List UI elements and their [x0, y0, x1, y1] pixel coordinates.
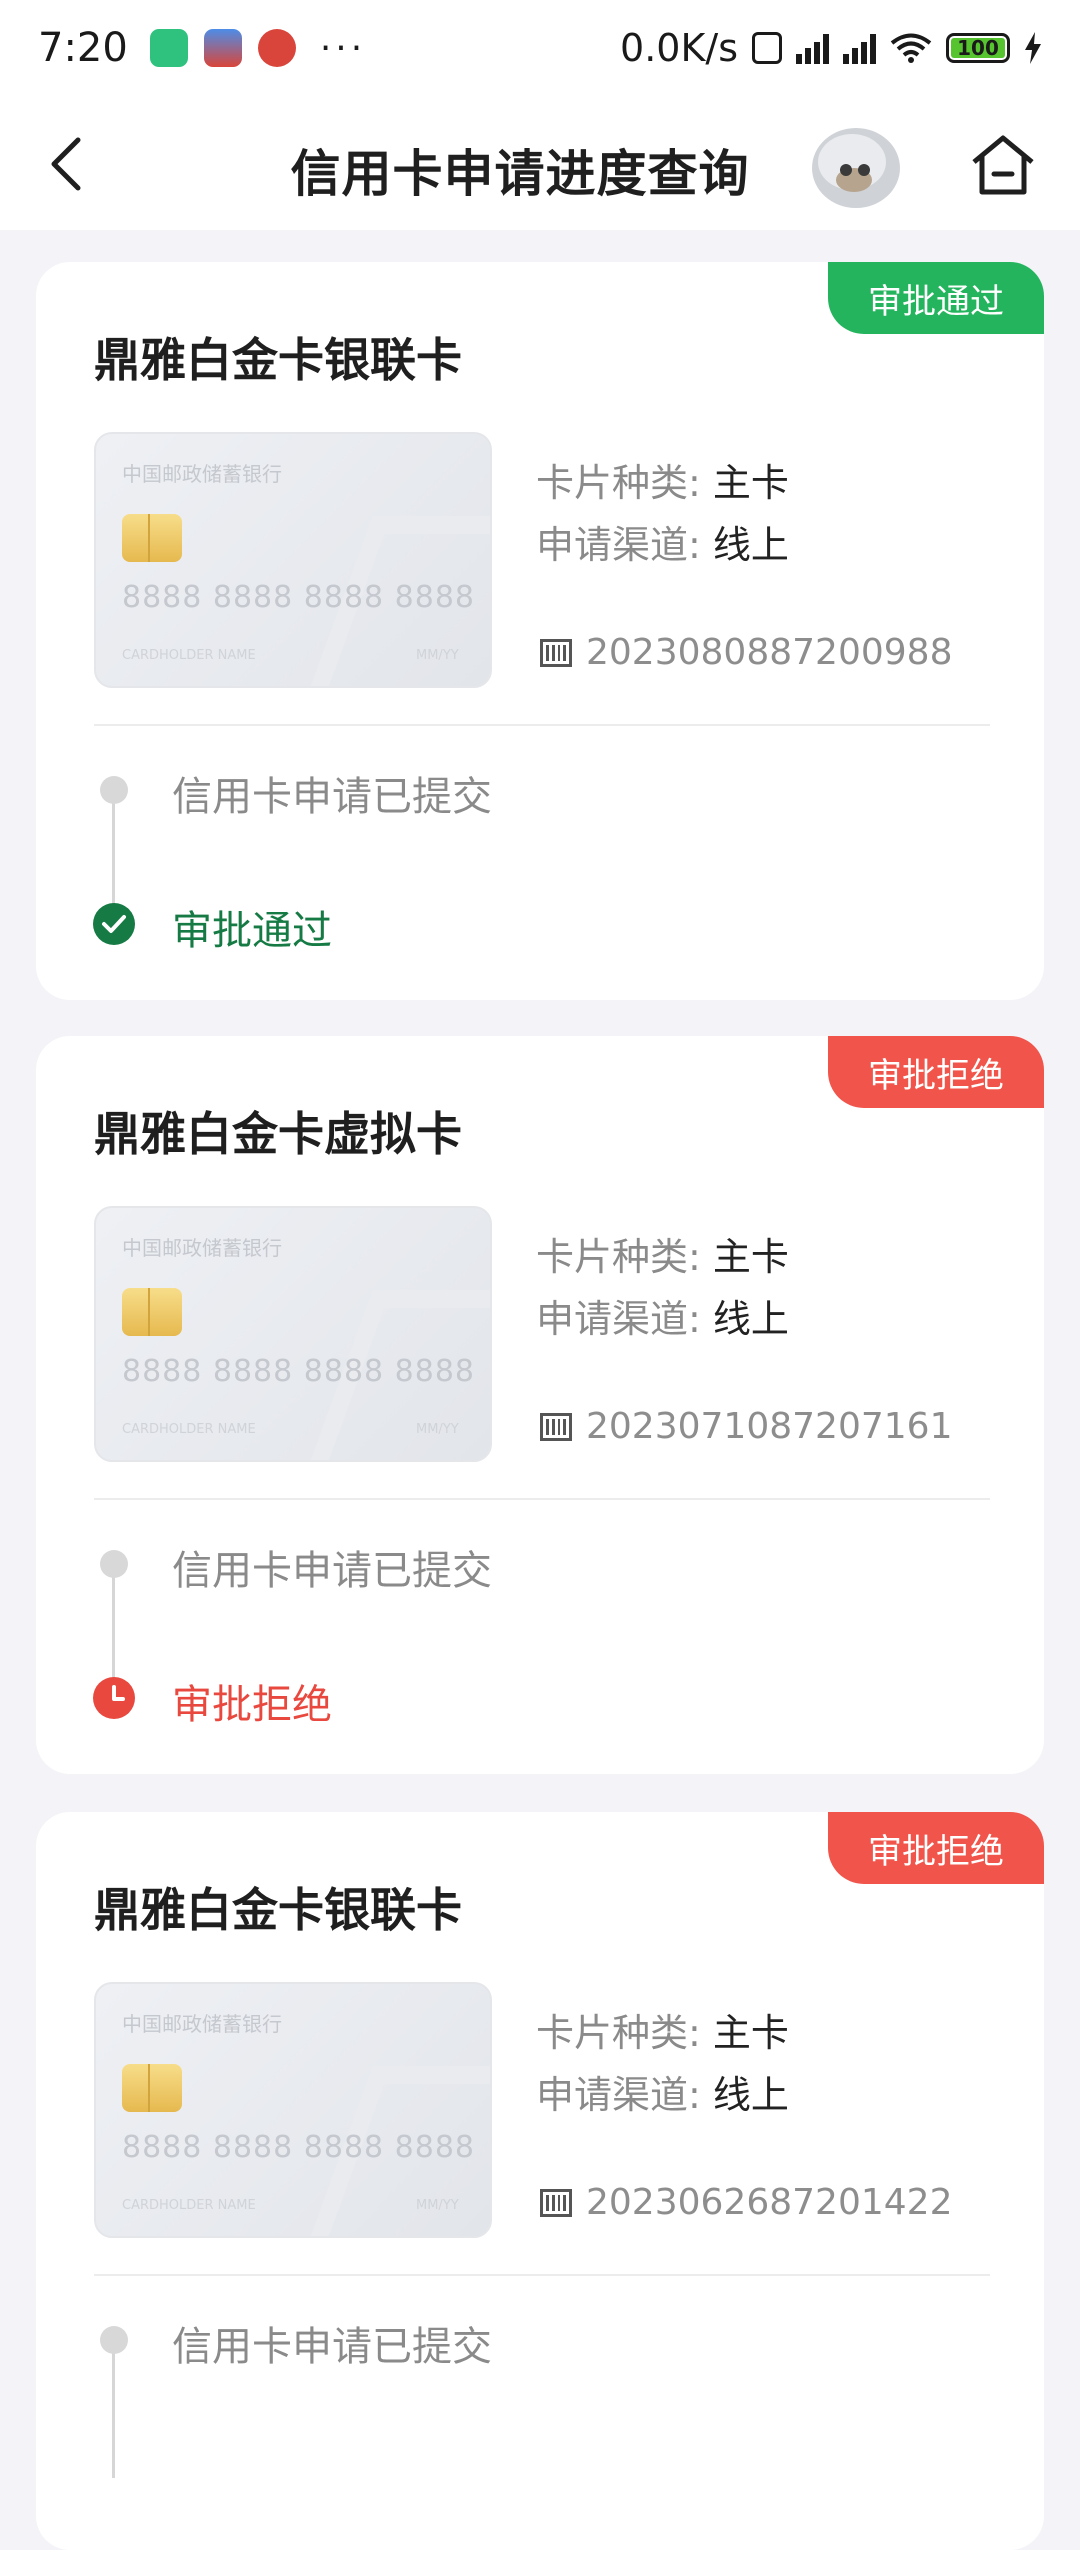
application-number: 2023080887200988: [586, 632, 953, 673]
application-number: 2023062687201422: [586, 2182, 953, 2223]
channel-row: 申请渠道: 线上: [536, 514, 789, 569]
status-bar: 7:20 ··· 0.0K/s 100: [0, 0, 1080, 96]
channel-row: 申请渠道: 线上: [536, 1288, 789, 1343]
card-type-label: 卡片种类:: [536, 1235, 701, 1279]
divider: [94, 1498, 990, 1500]
notification-app-icon: [149, 29, 188, 67]
channel-label: 申请渠道:: [536, 523, 701, 567]
nav-bar: 信用卡申请进度查询: [0, 96, 1080, 230]
application-card[interactable]: 审批通过 鼎雅白金卡银联卡 中国邮政储蓄银行 8888 8888 8888 88…: [36, 262, 1044, 1000]
channel-value: 线上: [712, 2073, 789, 2117]
notification-app-icon: [203, 29, 242, 67]
card-type-value: 主卡: [712, 461, 789, 505]
card-bank-name: 中国邮政储蓄银行: [122, 2012, 282, 2036]
cardholder-name: CARDHOLDER NAME: [122, 1422, 256, 1437]
card-title: 鼎雅白金卡银联卡: [94, 333, 462, 387]
card-type-label: 卡片种类:: [536, 461, 701, 505]
card-type-value: 主卡: [712, 1235, 789, 1279]
network-speed: 0.0K/s: [620, 26, 738, 70]
card-number: 8888 8888 8888 8888: [122, 1354, 475, 1389]
card-expiry: MM/YY: [416, 648, 459, 663]
barcode-icon: [540, 1412, 572, 1441]
channel-row: 申请渠道: 线上: [536, 2064, 789, 2119]
card-title: 鼎雅白金卡虚拟卡: [94, 1107, 462, 1161]
application-card[interactable]: 审批拒绝 鼎雅白金卡虚拟卡 中国邮政储蓄银行 8888 8888 8888 88…: [36, 1036, 1044, 1774]
card-type-row: 卡片种类: 主卡: [536, 2002, 789, 2057]
card-number: 8888 8888 8888 8888: [122, 580, 475, 615]
barcode-icon: [540, 2188, 572, 2217]
mascot-avatar[interactable]: [806, 114, 906, 214]
timeline-step-submitted: 信用卡申请已提交: [172, 2324, 492, 2370]
charging-icon: [1025, 32, 1041, 64]
channel-label: 申请渠道:: [536, 1297, 701, 1341]
status-time: 7:20: [38, 25, 128, 71]
timeline-dot: [100, 1550, 128, 1578]
timeline-step-result: 审批通过: [172, 908, 332, 954]
clock-circle-icon: [93, 1677, 135, 1719]
timeline-step-submitted: 信用卡申请已提交: [172, 774, 492, 820]
application-number-row: 2023062687201422: [540, 2182, 952, 2223]
card-type-label: 卡片种类:: [536, 2011, 701, 2055]
card-image: 中国邮政储蓄银行 8888 8888 8888 8888 CARDHOLDER …: [94, 432, 492, 688]
channel-value: 线上: [712, 1297, 789, 1341]
wifi-icon: [890, 33, 932, 63]
divider: [94, 2274, 990, 2276]
signal-icon: [843, 32, 876, 64]
status-badge: 审批通过: [828, 262, 1044, 334]
check-circle-icon: [93, 903, 135, 945]
timeline-step-result: 审批拒绝: [172, 1682, 332, 1728]
card-number: 8888 8888 8888 8888: [122, 2130, 475, 2165]
application-number: 2023071087207161: [586, 1406, 953, 1447]
card-type-row: 卡片种类: 主卡: [536, 1226, 789, 1281]
notification-app-icon: [257, 29, 296, 67]
nfc-icon: [752, 32, 782, 64]
card-image: 中国邮政储蓄银行 8888 8888 8888 8888 CARDHOLDER …: [94, 1982, 492, 2238]
card-expiry: MM/YY: [416, 1422, 459, 1437]
channel-label: 申请渠道:: [536, 2073, 701, 2117]
application-number-row: 2023071087207161: [540, 1406, 952, 1447]
application-number-row: 2023080887200988: [540, 632, 952, 673]
card-bank-name: 中国邮政储蓄银行: [122, 1236, 282, 1260]
barcode-icon: [540, 638, 572, 667]
cardholder-name: CARDHOLDER NAME: [122, 2198, 256, 2213]
card-bank-name: 中国邮政储蓄银行: [122, 462, 282, 486]
timeline-dot: [100, 776, 128, 804]
channel-value: 线上: [712, 523, 789, 567]
battery-icon: 100: [946, 33, 1010, 63]
signal-icon: [796, 32, 829, 64]
cardholder-name: CARDHOLDER NAME: [122, 648, 256, 663]
status-badge: 审批拒绝: [828, 1036, 1044, 1108]
status-badge: 审批拒绝: [828, 1812, 1044, 1884]
application-card[interactable]: 审批拒绝 鼎雅白金卡银联卡 中国邮政储蓄银行 8888 8888 8888 88…: [36, 1812, 1044, 2550]
card-title: 鼎雅白金卡银联卡: [94, 1883, 462, 1937]
more-notifications-icon: ···: [319, 27, 367, 69]
home-icon[interactable]: [968, 132, 1038, 198]
timeline-step-submitted: 信用卡申请已提交: [172, 1548, 492, 1594]
battery-level: 100: [957, 36, 999, 60]
card-expiry: MM/YY: [416, 2198, 459, 2213]
card-image: 中国邮政储蓄银行 8888 8888 8888 8888 CARDHOLDER …: [94, 1206, 492, 1462]
chip-icon: [122, 1288, 182, 1336]
chip-icon: [122, 514, 182, 562]
timeline-line: [112, 2342, 115, 2478]
timeline-dot: [100, 2326, 128, 2354]
card-type-row: 卡片种类: 主卡: [536, 452, 789, 507]
divider: [94, 724, 990, 726]
card-type-value: 主卡: [712, 2011, 789, 2055]
chip-icon: [122, 2064, 182, 2112]
